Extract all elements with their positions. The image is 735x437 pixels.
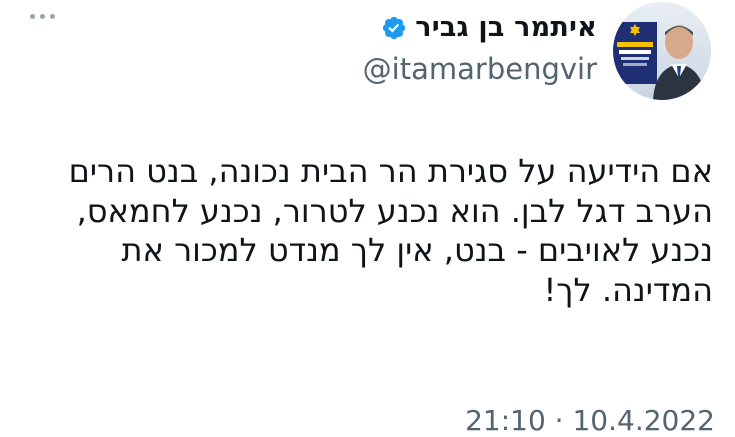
author-handle[interactable]: @itamarbengvir	[363, 52, 597, 86]
display-name[interactable]: איתמר בן גביר	[415, 12, 597, 43]
three-dots-icon[interactable]	[30, 14, 55, 19]
tweet-line: המדינה. לך!	[543, 270, 713, 309]
tweet-line: נכנע לאויבים - בנט, אין לך מנדט למכור את	[121, 231, 713, 269]
tweet-text: אם הידיעה על סגירת הר הבית נכונה, בנט הר…	[13, 152, 713, 310]
dot	[50, 14, 55, 19]
avatar-image	[613, 2, 711, 100]
author-name-row[interactable]: איתמר בן גביר	[381, 12, 597, 43]
verified-badge-icon	[381, 15, 407, 41]
tweet-line: הערב דגל לבן. הוא נכנע לטרור, נכנע לחמאס…	[76, 191, 713, 230]
avatar[interactable]	[613, 2, 711, 100]
dot	[40, 14, 45, 19]
tweet-card: איתמר בן גביר @itamarbengvir אם הידיעה ע…	[0, 0, 735, 437]
tweet-line: אם הידיעה על סגירת הר הבית נכונה, בנט הר…	[68, 152, 713, 190]
tweet-timestamp[interactable]: 21:10 · 10.4.2022	[465, 404, 715, 437]
dot	[30, 14, 35, 19]
